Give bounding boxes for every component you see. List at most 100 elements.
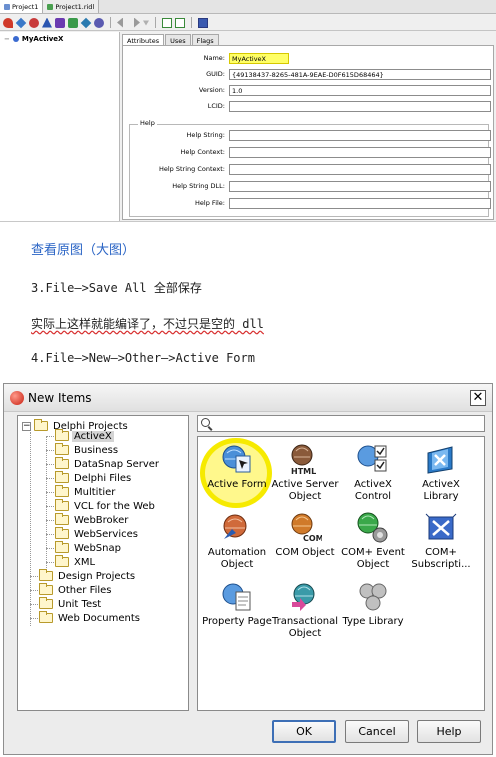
folder-icon [55,541,69,553]
help-string-context-field[interactable] [229,164,491,175]
tree-item-webbroker[interactable]: WebBroker [55,513,130,527]
item-active-form[interactable]: Active Form [201,443,273,491]
tree-root-myactivex[interactable]: − MyActiveX [0,32,119,46]
help-context-field[interactable] [229,147,491,158]
tree-item-design-projects[interactable]: Design Projects [39,569,137,583]
dispinterface-tool-icon[interactable] [15,17,27,28]
search-input[interactable] [197,415,485,432]
tree-branch-line [46,534,54,535]
item-label: Transactional Object [271,616,339,639]
tree-item-label: Web Documents [58,612,140,624]
activex-control-icon [357,445,387,472]
chevron-down-icon[interactable] [143,20,149,26]
type-library-editor: Project1 Project1.ridl − MyActiveX Attri… [0,0,496,222]
item-label: COM+ Event Object [341,547,405,570]
item-label: Active Form [207,479,267,490]
coclass-tool-icon[interactable] [29,17,39,28]
folder-icon [55,499,69,511]
tree-item-multitier[interactable]: Multitier [55,485,117,499]
item-com-plus-event-object[interactable]: COM+ Event Object [337,511,409,571]
help-string-dll-field[interactable] [229,181,491,192]
help-string-field[interactable] [229,130,491,141]
file-tab-strip: Project1 Project1.ridl [0,0,496,14]
item-type-library[interactable]: Type Library [337,580,409,628]
refresh-icon[interactable] [162,17,172,28]
item-label: Type Library [342,616,404,627]
library-icon [12,36,19,42]
item-label: ActiveX Library [422,479,460,502]
save-icon[interactable] [198,17,208,28]
guid-field[interactable]: {49138437-8265-481A-9EAE-D0F615D68464} [229,69,491,80]
alias-tool-icon[interactable] [55,17,65,28]
type-library-icon [359,583,387,611]
guid-label: GUID: [206,70,225,78]
lcid-row: LCID: [123,101,495,112]
item-automation-object[interactable]: Automation Object [201,511,273,571]
item-com-object[interactable]: COM COM Object [269,511,341,559]
tree-item-websnap[interactable]: WebSnap [55,541,123,555]
help-file-field[interactable] [229,198,491,209]
tree-item-vcl-for-the-web[interactable]: VCL for the Web [55,499,157,513]
interface-tool-icon[interactable] [3,17,13,28]
automation-object-icon [223,514,247,539]
name-field[interactable]: MyActiveX [229,53,289,64]
back-arrow-icon[interactable] [117,17,123,28]
help-context-row: Help Context: [123,147,495,158]
close-button[interactable]: ✕ [470,390,486,406]
tree-item-web-documents[interactable]: Web Documents [39,611,142,625]
module-tool-icon[interactable] [94,17,104,28]
tree-item-activex[interactable]: ActiveX [55,429,114,443]
collapse-icon[interactable]: − [22,421,31,431]
folder-icon [39,583,53,595]
ok-button[interactable]: OK [272,720,336,743]
tree-item-label: WebServices [74,528,138,540]
help-string-dll-label: Help String DLL: [172,182,225,190]
folder-icon [39,569,53,581]
ridl-file-icon [47,3,54,10]
item-com-plus-subscription[interactable]: COM+ Subscripti... [405,511,477,571]
dialog-title: New Items [28,391,92,405]
union-tool-icon[interactable] [80,17,92,28]
tree-root-label: MyActiveX [21,35,64,43]
cancel-button[interactable]: Cancel [345,720,409,743]
help-string-context-label: Help String Context: [158,165,225,173]
guid-row: GUID: {49138437-8265-481A-9EAE-D0F615D68… [123,69,495,80]
com-object-icon: COM [291,513,322,543]
help-group-title: Help [138,119,157,127]
tree-item-label: WebBroker [74,514,129,526]
view-original-image-link[interactable]: 查看原图（大图） [31,239,135,258]
tree-item-unit-test[interactable]: Unit Test [39,597,103,611]
item-activex-library[interactable]: ActiveX Library [405,443,477,503]
enum-tool-icon[interactable] [42,17,52,28]
item-activex-control[interactable]: ActiveX Control [337,443,409,503]
tree-item-business[interactable]: Business [55,443,120,457]
note-text: 实际上这样就能编译了，不过只是空的 dll [31,315,264,332]
tree-branch-line [46,562,54,563]
item-transactional-object[interactable]: Transactional Object [269,580,341,640]
tree-item-xml[interactable]: XML [55,555,97,569]
active-server-object-icon: HTML [291,444,316,476]
lcid-field[interactable] [229,101,491,112]
tree-item-webservices[interactable]: WebServices [55,527,140,541]
search-icon [201,418,210,427]
tree-item-delphi-files[interactable]: Delphi Files [55,471,133,485]
tree-branch-line [30,576,38,577]
tab-project1-ridl[interactable]: Project1.ridl [43,0,100,13]
html-icon-text: HTML [291,467,316,476]
help-button[interactable]: Help [417,720,481,743]
tab-project1[interactable]: Project1 [0,0,44,13]
register-icon[interactable] [175,17,185,28]
tab-label: Project1.ridl [55,2,95,11]
record-tool-icon[interactable] [68,17,78,28]
forward-arrow-icon[interactable] [134,17,140,28]
project-icon [4,3,10,10]
tree-item-datasnap-server[interactable]: DataSnap Server [55,457,161,471]
tree-item-other-files[interactable]: Other Files [39,583,114,597]
version-field[interactable]: 1.0 [229,85,491,96]
tree-branch-line [30,618,38,619]
tree-item-label: WebSnap [74,542,121,554]
item-active-server-object[interactable]: HTML Active Server Object [269,443,341,503]
folder-icon [55,513,69,525]
item-property-page[interactable]: Property Page [201,580,273,628]
category-tree: − Delphi Projects ActiveX Business DataS… [17,415,189,711]
